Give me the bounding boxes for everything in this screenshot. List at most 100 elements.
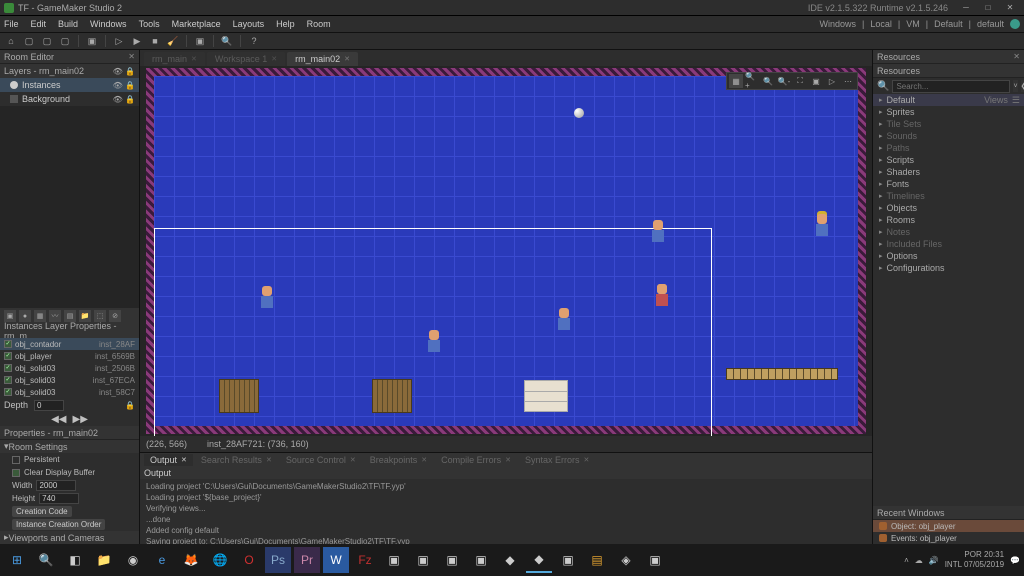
instance-row[interactable]: ✓obj_playerinst_6569B: [0, 350, 139, 362]
player-sprite[interactable]: [650, 220, 666, 244]
search-results-tab[interactable]: Search Results✕: [195, 454, 278, 466]
unity-button[interactable]: ◈: [613, 547, 639, 573]
collapse-button[interactable]: ˅: [1013, 80, 1017, 92]
search-button[interactable]: 🔍: [33, 547, 59, 573]
resource-scripts[interactable]: ▸Scripts: [873, 154, 1024, 166]
visibility-icon[interactable]: 👁 🔒: [113, 67, 135, 76]
eye-icon[interactable]: 👁 🔒: [113, 81, 135, 90]
app-button[interactable]: ▣: [642, 547, 668, 573]
room-canvas[interactable]: [146, 68, 866, 434]
tab-rm-main02[interactable]: rm_main02✕: [287, 52, 358, 66]
target-default[interactable]: Default: [934, 19, 963, 29]
clean-button[interactable]: 🧹: [166, 34, 180, 48]
new-button[interactable]: ▢: [22, 34, 36, 48]
scroll-left-icon[interactable]: ◀◀: [51, 414, 66, 425]
network-icon[interactable]: 🔊: [929, 556, 939, 565]
depth-input[interactable]: [34, 400, 64, 411]
resource-fonts[interactable]: ▸Fonts: [873, 178, 1024, 190]
creation-order-button[interactable]: Instance Creation Order: [12, 519, 105, 530]
edge-button[interactable]: e: [149, 547, 175, 573]
resource-sounds[interactable]: ▸Sounds: [873, 130, 1024, 142]
recent-item[interactable]: Object: obj_player: [873, 520, 1024, 532]
save-button[interactable]: ▢: [58, 34, 72, 48]
room-settings-section[interactable]: ▾ Room Settings: [0, 440, 139, 453]
menu-help[interactable]: Help: [276, 19, 295, 29]
viewports-section[interactable]: ▸ Viewports and Cameras: [0, 531, 139, 544]
zoom-button[interactable]: 🔍: [220, 34, 234, 48]
menu-layouts[interactable]: Layouts: [233, 19, 265, 29]
source-control-tab[interactable]: Source Control✕: [280, 454, 362, 466]
default-view-row[interactable]: ▸Default Views ☰: [873, 94, 1024, 106]
debug-button[interactable]: ▣: [85, 34, 99, 48]
opera-button[interactable]: O: [236, 547, 262, 573]
scroll-right-icon[interactable]: ▶▶: [73, 414, 88, 425]
clear-display-checkbox[interactable]: [12, 469, 20, 477]
open-button[interactable]: ▢: [40, 34, 54, 48]
close-button[interactable]: ✕: [1000, 2, 1020, 14]
layer-instances[interactable]: Instances 👁 🔒: [0, 78, 139, 92]
zoom-out-button[interactable]: 🔍-: [777, 74, 791, 88]
app-button[interactable]: ▣: [381, 547, 407, 573]
notifications-icon[interactable]: 💬: [1010, 556, 1020, 565]
sublime-button[interactable]: ▤: [584, 547, 610, 573]
prev-button[interactable]: ❮: [1021, 80, 1024, 92]
minimize-button[interactable]: ─: [956, 2, 976, 14]
enemy-sprite[interactable]: [654, 284, 670, 308]
close-icon[interactable]: ✕: [1013, 52, 1020, 61]
layer-background[interactable]: Background 👁 🔒: [0, 92, 139, 106]
filezilla-button[interactable]: Fz: [352, 547, 378, 573]
app-button[interactable]: ▣: [468, 547, 494, 573]
zoom-in-button[interactable]: 🔍+: [745, 74, 759, 88]
maximize-button[interactable]: □: [978, 2, 998, 14]
compile-errors-tab[interactable]: Compile Errors✕: [435, 454, 517, 466]
premiere-button[interactable]: Pr: [294, 547, 320, 573]
app-button[interactable]: ▣: [439, 547, 465, 573]
menu-build[interactable]: Build: [58, 19, 78, 29]
persistent-checkbox[interactable]: [12, 456, 20, 464]
app-button[interactable]: ▣: [410, 547, 436, 573]
resource-configs[interactable]: ▸Configurations: [873, 262, 1024, 274]
resource-rooms[interactable]: ▸Rooms: [873, 214, 1024, 226]
resource-paths[interactable]: ▸Paths: [873, 142, 1024, 154]
creation-code-button[interactable]: Creation Code: [12, 506, 72, 517]
player-sprite[interactable]: [556, 308, 572, 332]
stop-button[interactable]: ■: [148, 34, 162, 48]
worker-sprite[interactable]: [814, 214, 830, 238]
debug-run-button[interactable]: ▶: [130, 34, 144, 48]
resource-search-input[interactable]: [892, 80, 1010, 93]
output-tab[interactable]: Output✕: [144, 454, 193, 466]
instance-row[interactable]: ✓obj_solid03inst_67ECA: [0, 374, 139, 386]
play-anim-button[interactable]: ▷: [825, 74, 839, 88]
width-input[interactable]: [36, 480, 76, 491]
menu-room[interactable]: Room: [307, 19, 331, 29]
player-sprite[interactable]: [259, 286, 275, 310]
resource-notes[interactable]: ▸Notes: [873, 226, 1024, 238]
target-local[interactable]: Local: [870, 19, 892, 29]
resource-included[interactable]: ▸Included Files: [873, 238, 1024, 250]
close-icon[interactable]: ✕: [128, 52, 135, 61]
menu-file[interactable]: File: [4, 19, 19, 29]
canvas-area[interactable]: ▦ 🔍+ 🔍 🔍- ⛶ ▣ ▷ ⋯: [140, 66, 872, 436]
tab-rm-main[interactable]: rm_main✕: [144, 52, 205, 66]
expand-button[interactable]: ⛶: [793, 74, 807, 88]
run-button[interactable]: ▷: [112, 34, 126, 48]
lock-icon[interactable]: 🔒: [125, 401, 135, 410]
system-tray[interactable]: ˄ ☁ 🔊 POR 20:31 INTL 07/05/2019 💬: [904, 550, 1020, 570]
tab-workspace[interactable]: Workspace 1✕: [207, 52, 285, 66]
word-button[interactable]: W: [323, 547, 349, 573]
gamemaker-button[interactable]: ◆: [526, 547, 552, 573]
resource-options[interactable]: ▸Options: [873, 250, 1024, 262]
start-button[interactable]: ⊞: [4, 547, 30, 573]
onedrive-icon[interactable]: ☁: [915, 556, 923, 565]
menu-windows[interactable]: Windows: [90, 19, 127, 29]
docs-button[interactable]: ?: [247, 34, 261, 48]
target-vm[interactable]: VM: [906, 19, 920, 29]
menu-marketplace[interactable]: Marketplace: [172, 19, 221, 29]
resource-tilesets[interactable]: ▸Tile Sets: [873, 118, 1024, 130]
instance-row[interactable]: ✓obj_solid03inst_2506B: [0, 362, 139, 374]
photoshop-button[interactable]: Ps: [265, 547, 291, 573]
grid-button[interactable]: ▦: [729, 74, 743, 88]
firefox-button[interactable]: 🦊: [178, 547, 204, 573]
height-input[interactable]: [39, 493, 79, 504]
instance-row[interactable]: ✓obj_solid03inst_58C7: [0, 386, 139, 398]
